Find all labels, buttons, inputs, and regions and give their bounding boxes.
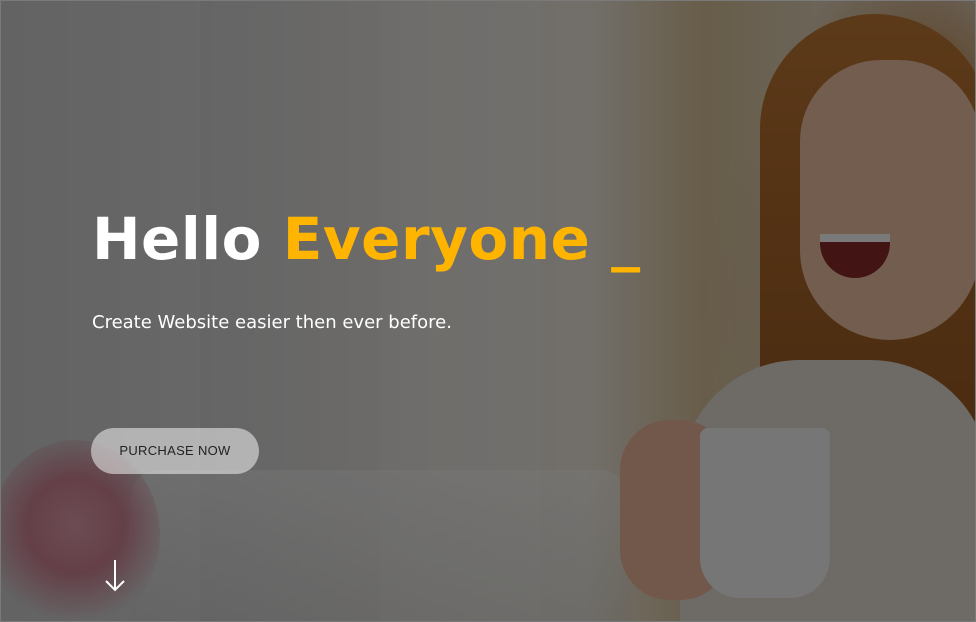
headline-word-hello: Hello <box>92 205 262 273</box>
hero-content: Hello Everyone _ Create Website easier t… <box>0 0 976 622</box>
headline-word-everyone: Everyone <box>282 205 591 273</box>
hero-section: Hello Everyone _ Create Website easier t… <box>0 0 976 622</box>
headline-cursor: _ <box>611 205 641 273</box>
purchase-now-button[interactable]: PURCHASE NOW <box>91 428 259 474</box>
arrow-down-icon[interactable] <box>100 558 130 594</box>
hero-headline: Hello Everyone _ <box>92 210 641 268</box>
hero-subtitle: Create Website easier then ever before. <box>92 312 452 333</box>
